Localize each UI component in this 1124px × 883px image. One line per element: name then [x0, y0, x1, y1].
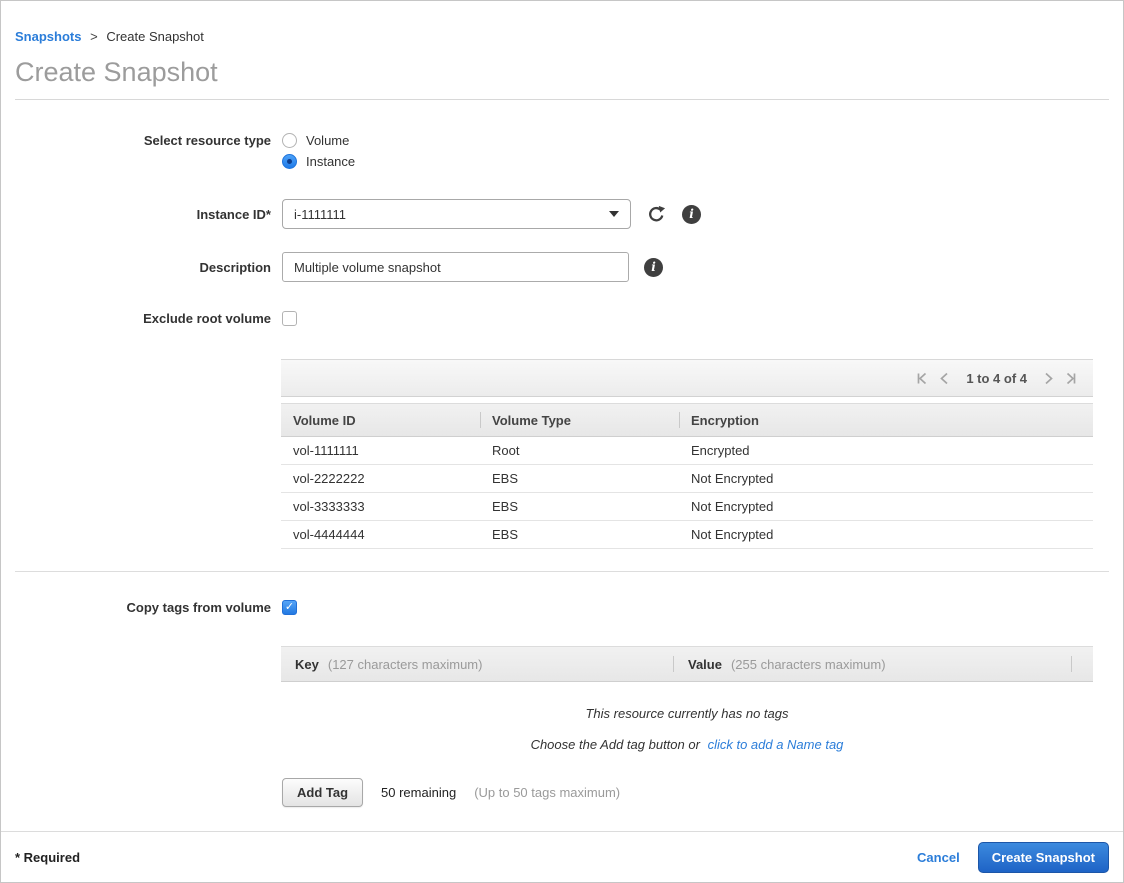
volume-radio-button[interactable] — [282, 133, 297, 148]
volume-radio-option[interactable]: Volume — [282, 133, 349, 148]
instance-radio-option[interactable]: Instance — [282, 154, 355, 169]
value-hint: (255 characters maximum) — [731, 657, 886, 672]
table-cell: Not Encrypted — [679, 471, 1093, 486]
breadcrumb-snapshots-link[interactable]: Snapshots — [15, 29, 81, 44]
exclude-root-volume-label: Exclude root volume — [1, 311, 271, 326]
table-row: vol-4444444EBSNot Encrypted — [281, 521, 1093, 549]
refresh-icon[interactable] — [646, 204, 667, 225]
create-snapshot-button[interactable]: Create Snapshot — [978, 842, 1109, 873]
description-label: Description — [1, 260, 271, 275]
cancel-button[interactable]: Cancel — [917, 850, 960, 865]
breadcrumb: Snapshots > Create Snapshot — [1, 1, 1123, 44]
last-page-icon[interactable] — [1065, 372, 1078, 385]
instance-id-label: Instance ID* — [1, 207, 271, 222]
page-title: Create Snapshot — [15, 57, 1109, 100]
column-header-value: Value (255 characters maximum) — [673, 647, 1071, 681]
table-cell: vol-1111111 — [281, 443, 480, 458]
create-snapshot-page: Snapshots > Create Snapshot Create Snaps… — [0, 0, 1124, 883]
instance-id-value: i-1111111 — [294, 207, 346, 222]
add-tag-prompt-text: Choose the Add tag button or — [531, 737, 700, 752]
next-page-icon[interactable] — [1042, 372, 1055, 385]
pagination-range: 1 to 4 of 4 — [966, 371, 1027, 386]
volume-radio-label: Volume — [306, 133, 349, 148]
table-cell: Encrypted — [679, 443, 1093, 458]
volumes-table-body: vol-1111111RootEncryptedvol-2222222EBSNo… — [281, 437, 1093, 549]
add-tag-prompt: Choose the Add tag button or click to ad… — [281, 737, 1093, 752]
pagination-bar: 1 to 4 of 4 — [281, 359, 1093, 397]
copy-tags-label: Copy tags from volume — [1, 600, 271, 615]
key-hint: (127 characters maximum) — [328, 657, 483, 672]
footer-actions: Cancel Create Snapshot — [917, 842, 1109, 873]
add-tag-row: Add Tag 50 remaining (Up to 50 tags maxi… — [282, 778, 1123, 807]
chevron-down-icon — [609, 211, 619, 217]
copy-tags-checkbox[interactable] — [282, 600, 297, 615]
tags-table: Key (127 characters maximum) Value (255 … — [281, 646, 1093, 682]
breadcrumb-separator: > — [90, 29, 98, 44]
table-cell: vol-2222222 — [281, 471, 480, 486]
required-note: * Required — [15, 850, 80, 865]
add-name-tag-link[interactable]: click to add a Name tag — [708, 737, 844, 752]
breadcrumb-current: Create Snapshot — [106, 29, 204, 44]
resource-type-radio-group: Volume Instance — [282, 133, 355, 175]
copy-tags-row: Copy tags from volume — [1, 600, 1123, 615]
table-cell: Root — [480, 443, 679, 458]
exclude-root-volume-row: Exclude root volume — [1, 311, 1123, 326]
table-cell: Not Encrypted — [679, 499, 1093, 514]
table-row: vol-2222222EBSNot Encrypted — [281, 465, 1093, 493]
table-row: vol-1111111RootEncrypted — [281, 437, 1093, 465]
exclude-root-volume-checkbox[interactable] — [282, 311, 297, 326]
column-header-volume-type: Volume Type — [480, 404, 679, 436]
instance-radio-button[interactable] — [282, 154, 297, 169]
previous-page-icon[interactable] — [938, 372, 951, 385]
instance-id-select[interactable]: i-1111111 — [282, 199, 631, 229]
resource-type-row: Select resource type Volume Instance — [1, 133, 1123, 175]
description-input[interactable] — [282, 252, 629, 282]
instance-id-row: Instance ID* i-1111111 i — [1, 199, 1123, 229]
add-tag-button[interactable]: Add Tag — [282, 778, 363, 807]
info-icon[interactable]: i — [644, 258, 663, 277]
footer: * Required Cancel Create Snapshot — [1, 831, 1123, 882]
first-page-icon[interactable] — [915, 372, 928, 385]
table-cell: vol-4444444 — [281, 527, 480, 542]
info-icon[interactable]: i — [682, 205, 701, 224]
section-divider — [15, 571, 1109, 572]
column-header-key: Key (127 characters maximum) — [281, 647, 673, 681]
tags-max-note: (Up to 50 tags maximum) — [474, 785, 620, 800]
no-tags-message: This resource currently has no tags — [281, 706, 1093, 721]
tags-table-header: Key (127 characters maximum) Value (255 … — [281, 646, 1093, 682]
column-header-volume-id: Volume ID — [281, 404, 480, 436]
tags-remaining: 50 remaining — [381, 785, 456, 800]
description-row: Description i — [1, 252, 1123, 282]
table-cell: Not Encrypted — [679, 527, 1093, 542]
volumes-table-header: Volume ID Volume Type Encryption — [281, 403, 1093, 437]
table-cell: EBS — [480, 527, 679, 542]
resource-type-label: Select resource type — [1, 133, 271, 148]
column-header-encryption: Encryption — [679, 404, 1093, 436]
instance-radio-label: Instance — [306, 154, 355, 169]
column-header-actions — [1071, 647, 1093, 681]
table-row: vol-3333333EBSNot Encrypted — [281, 493, 1093, 521]
volumes-table: 1 to 4 of 4 Volume ID Volume Type Encryp… — [281, 359, 1093, 549]
table-cell: EBS — [480, 499, 679, 514]
table-cell: vol-3333333 — [281, 499, 480, 514]
table-cell: EBS — [480, 471, 679, 486]
